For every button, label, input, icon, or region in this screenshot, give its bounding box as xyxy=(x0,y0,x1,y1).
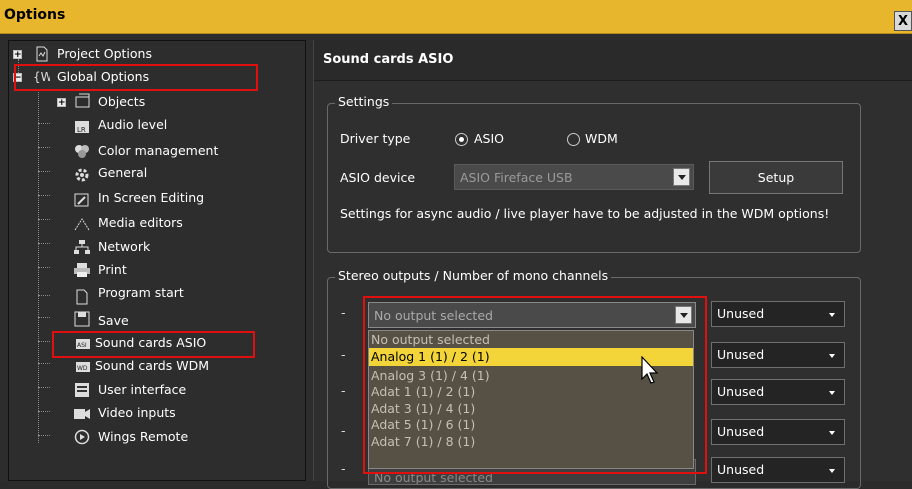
chevron-down-icon xyxy=(829,431,835,435)
tree-item-in-screen-editing[interactable]: In Screen Editing xyxy=(13,190,263,210)
network-icon xyxy=(74,240,90,254)
tree-item-label: Sound cards WDM xyxy=(95,358,209,373)
asio-device-label: ASIO device xyxy=(340,170,416,185)
setup-button[interactable]: Setup xyxy=(709,161,843,194)
tree-item-sound-cards-wdm[interactable]: WD Sound cards WDM xyxy=(13,356,263,376)
chevron-down-icon xyxy=(829,354,835,358)
close-button[interactable]: X xyxy=(894,11,912,31)
tree-item-label: Save xyxy=(98,313,129,328)
tree-item-video-inputs[interactable]: Video inputs xyxy=(13,404,263,424)
play-circle-icon xyxy=(74,429,90,445)
panel-title: Sound cards ASIO xyxy=(323,52,454,67)
mono-channel-value: Unused xyxy=(717,384,765,399)
mono-channel-value: Unused xyxy=(717,424,765,439)
mono-channel-select-2[interactable]: Unused xyxy=(711,342,845,368)
tree-item-color-management[interactable]: Color management xyxy=(13,141,263,161)
svg-text:WD: WD xyxy=(77,365,88,372)
chevron-down-icon xyxy=(829,469,835,473)
chevron-down-icon[interactable] xyxy=(673,168,690,186)
mono-channel-value: Unused xyxy=(717,462,765,477)
mono-channel-value: Unused xyxy=(717,347,765,362)
expand-icon[interactable]: + xyxy=(57,98,66,108)
stereo-outputs-group-label: Stereo outputs / Number of mono channels xyxy=(335,268,612,283)
objects-icon xyxy=(75,93,90,108)
wdm-icon: WD xyxy=(76,362,90,372)
tree-item-label: Objects xyxy=(98,94,146,109)
options-tree: + Project Options − {W} Global Options +… xyxy=(8,40,306,481)
tree-item-print[interactable]: Print xyxy=(13,260,263,280)
settings-note: Settings for async audio / live player h… xyxy=(340,206,830,221)
panel-header: Sound cards ASIO xyxy=(314,40,912,81)
asio-device-combo[interactable]: ASIO Fireface USB xyxy=(454,164,694,190)
tree-item-media-editors[interactable]: Media editors xyxy=(13,214,263,234)
tree-item-label: Program start xyxy=(98,285,184,300)
row-dash: - xyxy=(341,383,346,398)
mono-channel-value: Unused xyxy=(717,306,765,321)
tree-item-objects[interactable]: + Objects xyxy=(13,92,263,112)
save-icon xyxy=(74,311,90,327)
row-dash: - xyxy=(341,305,346,320)
tree-item-label: Video inputs xyxy=(98,405,176,420)
asio-device-value: ASIO Fireface USB xyxy=(460,170,573,185)
tree-item-user-interface[interactable]: User interface xyxy=(13,380,263,400)
tree-item-save[interactable]: Save xyxy=(13,308,263,328)
printer-icon xyxy=(74,263,90,277)
asio-radio[interactable] xyxy=(455,133,468,146)
tree-item-program-start[interactable]: Program start xyxy=(13,285,263,305)
mouse-cursor-icon xyxy=(641,356,659,384)
tree-item-label: Network xyxy=(98,239,151,254)
tree-item-label: User interface xyxy=(98,382,187,397)
color-management-icon xyxy=(75,145,89,158)
mono-channel-select-3[interactable]: Unused xyxy=(711,379,845,405)
tree-item-wings-remote[interactable]: Wings Remote xyxy=(13,427,263,447)
title-bar: Options X xyxy=(0,0,912,34)
tree-item-label: Color management xyxy=(98,143,219,158)
tree-item-label: Wings Remote xyxy=(98,429,189,444)
wdm-radio[interactable] xyxy=(567,133,580,146)
in-screen-edit-icon xyxy=(74,193,89,207)
tree-item-audio-level[interactable]: LR Audio level xyxy=(13,117,263,137)
tree-item-project-options[interactable]: + Project Options xyxy=(13,44,263,64)
row-dash: - xyxy=(341,461,346,476)
media-editors-icon xyxy=(74,218,90,231)
window-title: Options xyxy=(4,7,66,23)
row-dash: - xyxy=(341,423,346,438)
document-icon xyxy=(36,46,48,62)
tree-item-label: General xyxy=(98,165,148,180)
mono-channel-select-1[interactable]: Unused xyxy=(711,301,845,327)
tree-item-label: Audio level xyxy=(98,117,168,132)
svg-text:LR: LR xyxy=(77,126,86,134)
mono-channel-select-4[interactable]: Unused xyxy=(711,419,845,445)
asio-radio-label[interactable]: ASIO xyxy=(474,131,504,146)
wdm-radio-label[interactable]: WDM xyxy=(585,131,618,146)
highlight-sound-cards-asio xyxy=(52,331,255,358)
expand-icon[interactable]: + xyxy=(13,50,22,60)
options-window: Options X + Project Options − {W} Glob xyxy=(0,0,912,489)
tree-item-label: Project Options xyxy=(57,46,152,61)
tree-item-label: Print xyxy=(98,262,127,277)
tree-item-network[interactable]: Network xyxy=(13,237,263,257)
user-interface-icon xyxy=(75,383,89,397)
video-camera-icon xyxy=(74,409,90,419)
chevron-down-icon xyxy=(829,391,835,395)
program-start-icon xyxy=(76,289,88,305)
settings-group-label: Settings xyxy=(335,94,393,109)
settings-group: Settings Driver type ASIO WDM ASIO devic… xyxy=(327,94,861,253)
chevron-down-icon xyxy=(829,313,835,317)
audio-level-icon: LR xyxy=(75,121,89,134)
tree-item-general[interactable]: General xyxy=(13,165,263,185)
gear-icon xyxy=(75,168,89,182)
tree-item-label: Media editors xyxy=(98,215,183,230)
highlight-global-options xyxy=(14,64,258,91)
row-dash: - xyxy=(341,347,346,362)
mono-channel-select-5[interactable]: Unused xyxy=(711,457,845,483)
tree-item-label: In Screen Editing xyxy=(98,190,205,205)
driver-type-label: Driver type xyxy=(340,131,411,146)
